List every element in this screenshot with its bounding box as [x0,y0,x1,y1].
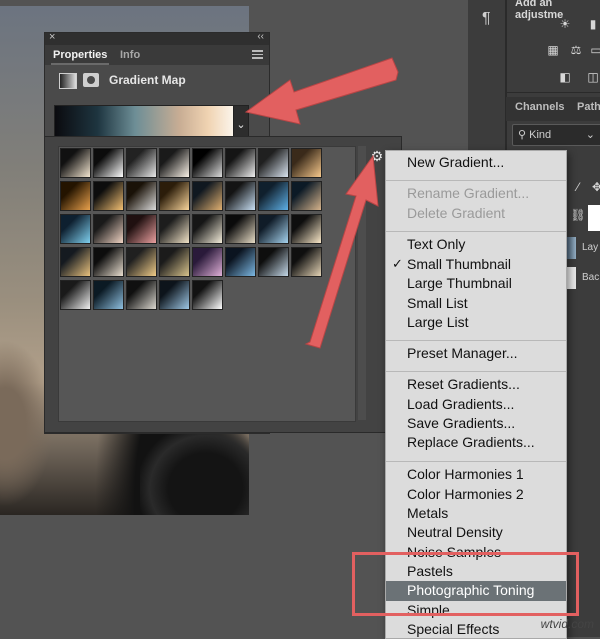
arrow-to-gear [304,154,379,349]
watermark: wtvid.com [540,617,594,631]
arrow-to-dropdown [244,57,399,125]
annotation-arrows [244,57,399,349]
